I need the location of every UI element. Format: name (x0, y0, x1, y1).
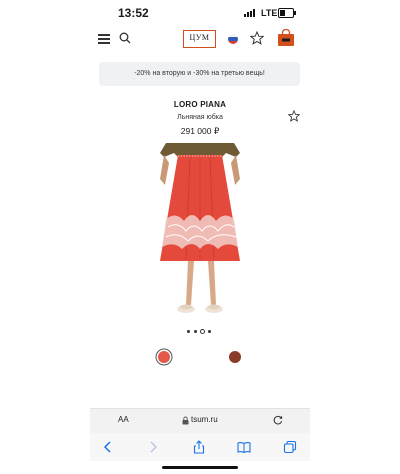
forward-icon[interactable] (146, 440, 160, 454)
browser-toolbar (90, 433, 310, 461)
color-swatch-coral[interactable] (158, 351, 170, 363)
promo-text: -20% на вторую и -30% на третью вещь! (134, 70, 265, 77)
promo-banner[interactable]: -20% на вторую и -30% на третью вещь! (99, 62, 300, 86)
tabs-icon[interactable] (283, 440, 297, 454)
share-icon[interactable] (192, 440, 206, 454)
battery-icon (278, 8, 296, 18)
product-name: Льняная юбка (177, 114, 223, 121)
home-indicator[interactable] (162, 466, 238, 469)
product-image[interactable] (156, 143, 244, 323)
search-icon[interactable] (119, 32, 131, 44)
signal-icon (244, 9, 258, 17)
product-brand[interactable]: LORO PIANA (90, 100, 310, 109)
carousel-dot[interactable] (194, 330, 197, 333)
carousel-dot[interactable] (187, 330, 190, 333)
color-swatch-brown[interactable] (229, 351, 241, 363)
carousel-dot[interactable] (208, 330, 211, 333)
status-time: 13:52 (118, 6, 149, 20)
favorite-star-icon[interactable] (288, 110, 300, 122)
carousel-dot-active[interactable] (200, 329, 205, 334)
flag-icon[interactable] (228, 34, 238, 44)
menu-icon[interactable] (98, 34, 110, 44)
star-icon[interactable] (250, 31, 264, 45)
phone-screen: 13:52 LTE ЦУМ -20% на вторую и -30% на т… (90, 0, 310, 474)
tsum-logo[interactable]: ЦУМ (183, 30, 216, 48)
logo-text: ЦУМ (189, 33, 210, 42)
browser-address-bar[interactable]: AA tsum.ru (90, 408, 310, 434)
reload-icon[interactable] (273, 415, 283, 425)
bookmarks-icon[interactable] (237, 440, 251, 454)
reader-aa-button[interactable]: AA (118, 415, 129, 424)
carousel-indicator[interactable] (187, 329, 215, 335)
network-label: LTE (261, 8, 278, 18)
status-bar: 13:52 LTE (90, 0, 310, 24)
site-header: ЦУМ (90, 26, 310, 56)
back-icon[interactable] (101, 440, 115, 454)
bag-icon[interactable] (277, 29, 295, 47)
product-price: 291 000 ₽ (180, 126, 220, 136)
url-text[interactable]: tsum.ru (191, 415, 218, 424)
lock-icon (182, 416, 189, 425)
